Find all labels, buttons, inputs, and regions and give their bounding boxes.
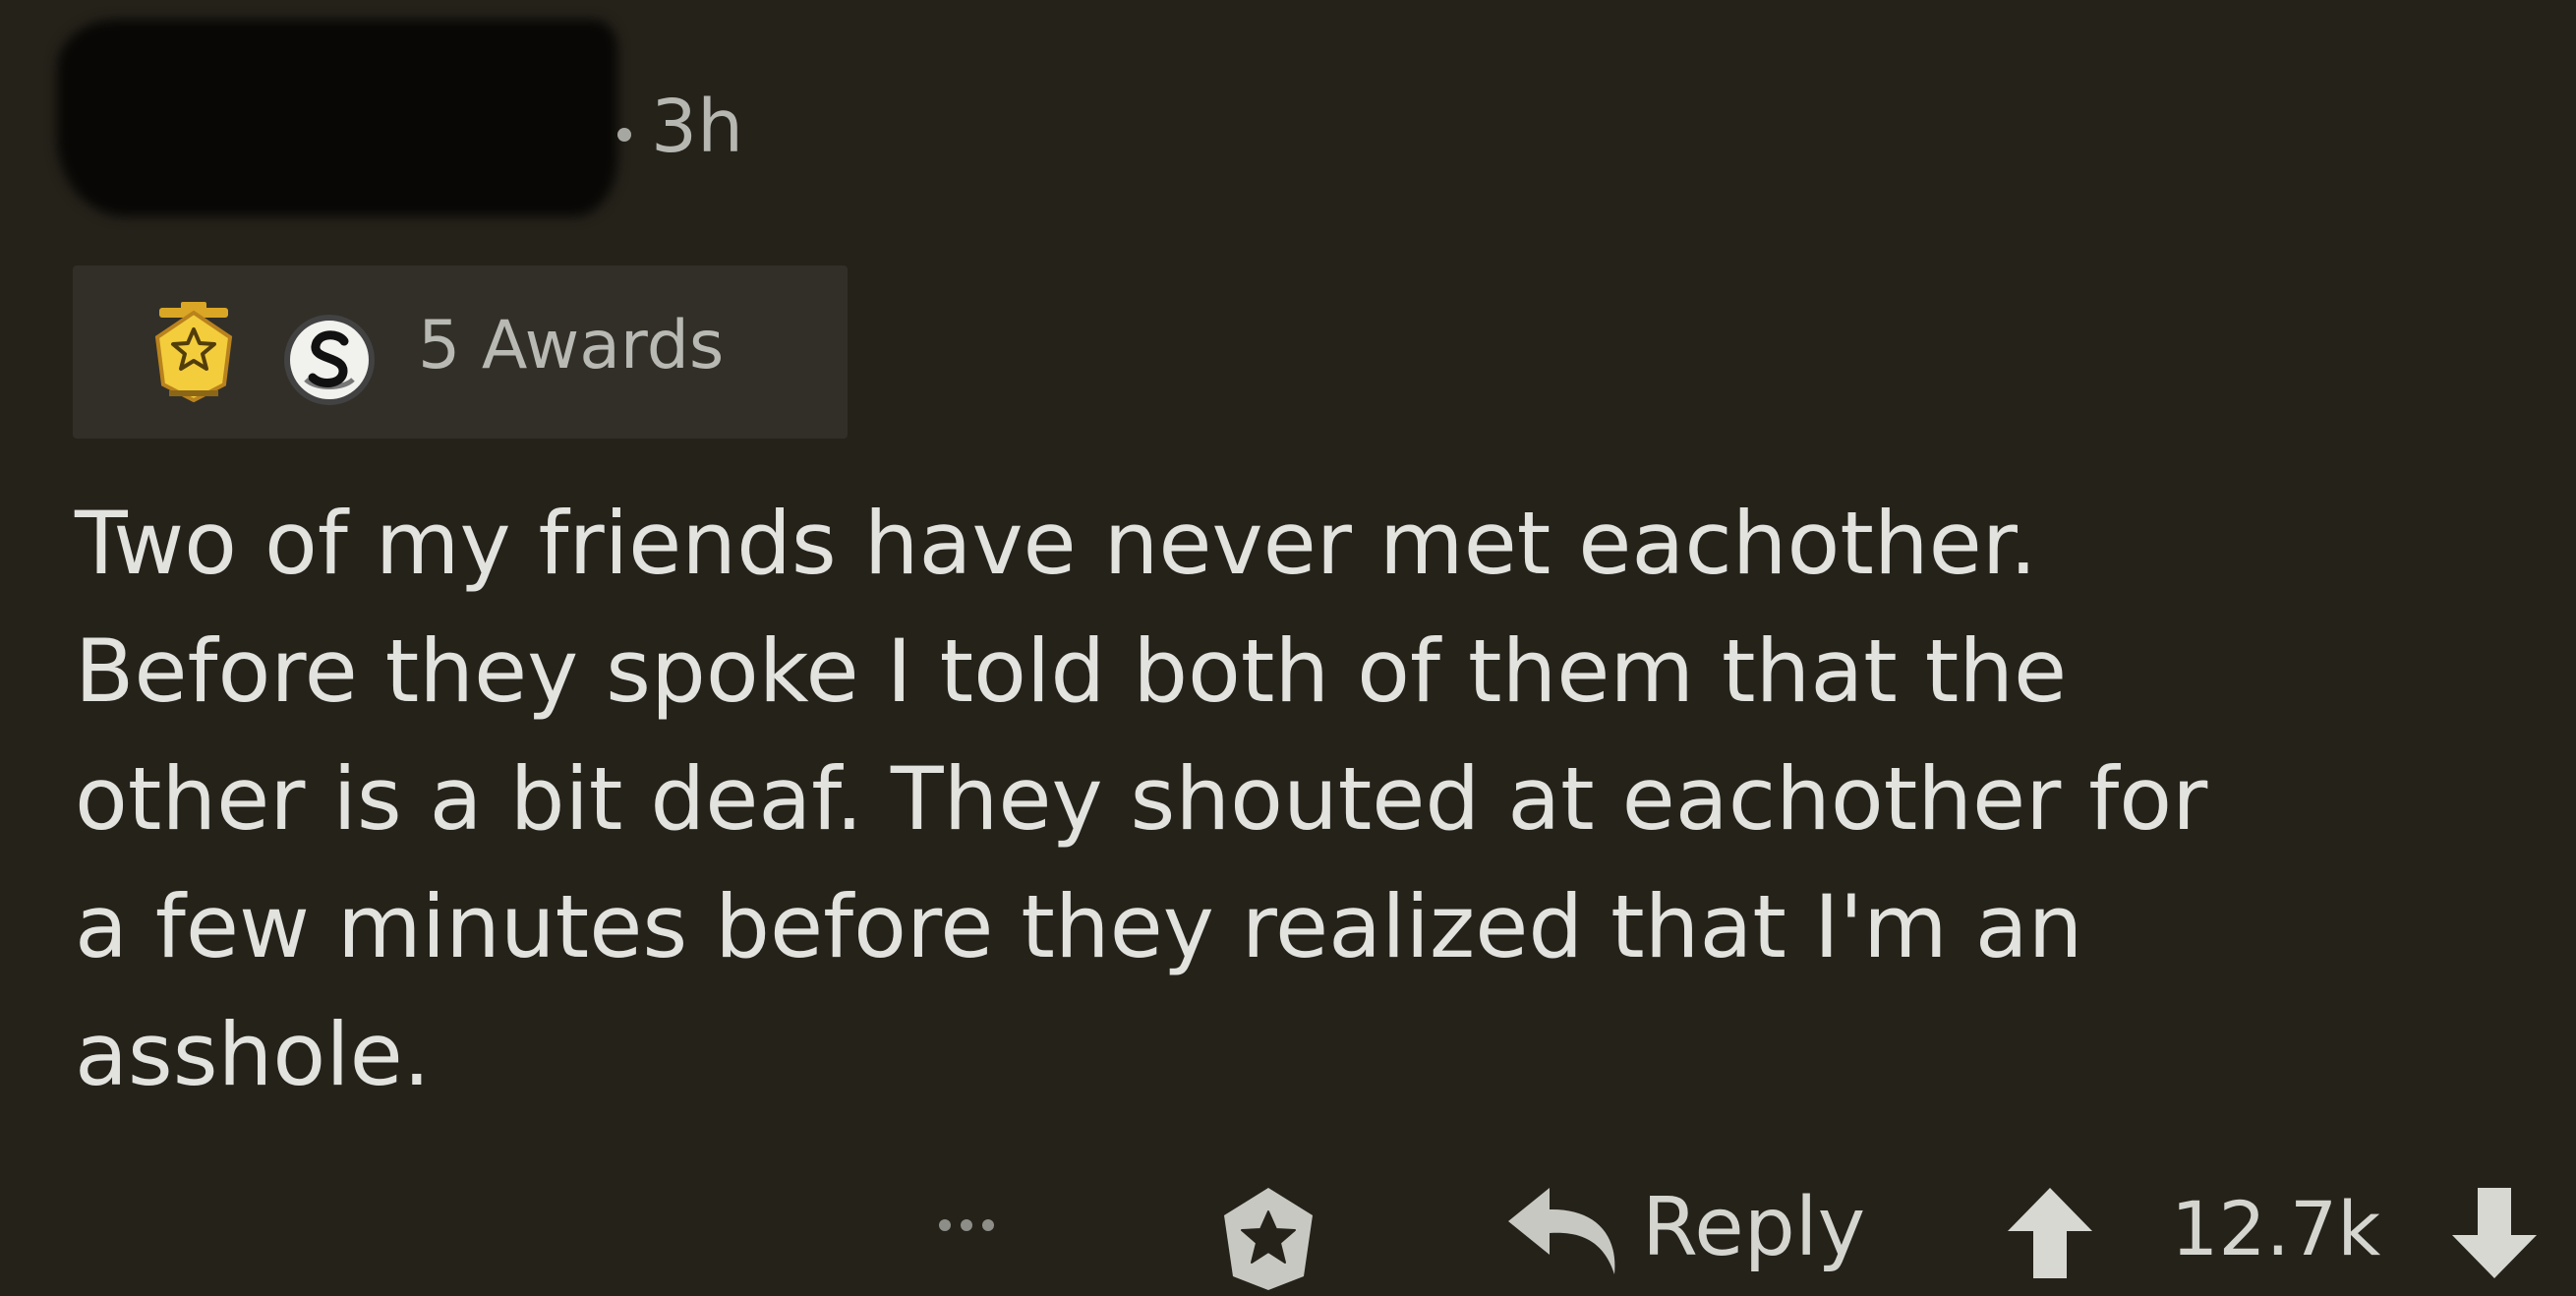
silver-award-icon [284,315,375,405]
upvote-arrow-icon[interactable] [2004,1184,2096,1282]
vote-score: 12.7k [2171,1185,2381,1272]
redacted-username [57,20,617,216]
star-award-icon[interactable] [1211,1182,1325,1296]
awards-count: 5 Awards [418,307,725,384]
comment-card: 3h 5 Awards Two of my friends have never… [0,0,2576,1296]
comment-timestamp[interactable]: 3h [651,90,743,163]
reply-button[interactable]: Reply [1642,1188,1865,1268]
meta-separator-dot [617,128,631,142]
ellipsis-icon[interactable] [939,1219,994,1231]
downvote-arrow-icon[interactable] [2448,1184,2541,1282]
reply-arrow-icon[interactable] [1504,1184,1622,1278]
gold-award-icon [154,302,233,402]
comment-body: Two of my friends have never met eachoth… [75,493,2208,1105]
